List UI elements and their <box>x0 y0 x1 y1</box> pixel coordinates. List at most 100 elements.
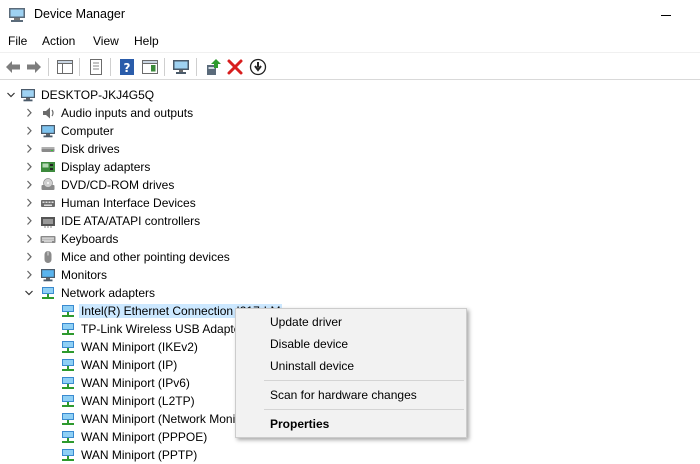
forward-arrow-icon[interactable] <box>24 57 44 77</box>
update-driver-icon[interactable] <box>203 57 223 77</box>
disk-drive-icon <box>41 147 55 152</box>
device-manager-icon <box>9 8 25 22</box>
collapsed-chevron-icon[interactable] <box>23 248 35 266</box>
disable-device-menu-item[interactable]: Disable device <box>270 337 348 351</box>
collapsed-chevron-icon[interactable] <box>23 140 35 158</box>
tree-item-label: Keyboards <box>61 232 119 246</box>
tree-item-label: WAN Miniport (IKEv2) <box>81 340 198 354</box>
context-menu: Update driver Disable device Uninstall d… <box>235 308 467 438</box>
network-adapter-icon <box>62 359 74 371</box>
menu-view[interactable]: View <box>93 33 119 49</box>
tree-category-monitors[interactable]: Monitors <box>0 266 700 284</box>
network-adapter-icon <box>62 377 74 389</box>
tree-item-label: DVD/CD-ROM drives <box>61 178 175 192</box>
menu-separator <box>264 409 464 410</box>
toolbar-separator <box>48 58 49 76</box>
tree-category-human-interface-devices[interactable]: Human Interface Devices <box>0 194 700 212</box>
tree-network-device[interactable]: WAN Miniport (PPTP) <box>0 446 700 464</box>
expanded-chevron-icon[interactable] <box>5 86 17 104</box>
network-adapter-icon <box>62 395 74 407</box>
properties-icon[interactable] <box>86 57 106 77</box>
tree-item-label: Network adapters <box>61 286 156 300</box>
computer-icon <box>41 125 55 138</box>
tree-category-keyboards[interactable]: Keyboards <box>0 230 700 248</box>
show-hide-console-tree-icon[interactable] <box>55 57 75 77</box>
toolbar-separator <box>196 58 197 76</box>
tree-root[interactable]: DESKTOP-JKJ4G5Q <box>0 86 700 104</box>
minimize-button[interactable] <box>652 0 700 30</box>
toolbar-separator <box>79 58 80 76</box>
monitor-icon <box>41 269 55 282</box>
mouse-icon <box>44 251 52 263</box>
tree-item-label: Computer <box>61 124 114 138</box>
tree-category-dvd-cdrom-drives[interactable]: DVD/CD-ROM drives <box>0 176 700 194</box>
update-driver-menu-item[interactable]: Update driver <box>270 315 342 329</box>
tree-item-label: DESKTOP-JKJ4G5Q <box>41 88 155 102</box>
collapsed-chevron-icon[interactable] <box>23 266 35 284</box>
root-computer-icon <box>21 89 35 102</box>
uninstall-device-menu-item[interactable]: Uninstall device <box>270 359 354 373</box>
scan-hardware-menu-item[interactable]: Scan for hardware changes <box>270 388 417 402</box>
tree-category-disk-drives[interactable]: Disk drives <box>0 140 700 158</box>
collapsed-chevron-icon[interactable] <box>23 212 35 230</box>
tree-item-label: WAN Miniport (PPPOE) <box>81 430 208 444</box>
collapsed-chevron-icon[interactable] <box>23 176 35 194</box>
scan-hardware-icon[interactable] <box>171 57 191 77</box>
tree-category-network-adapters[interactable]: Network adapters <box>0 284 700 302</box>
tree-item-label: Monitors <box>61 268 108 282</box>
tree-item-label: Audio inputs and outputs <box>61 106 194 120</box>
title-bar: Device Manager <box>0 0 700 30</box>
tree-item-label: Human Interface Devices <box>61 196 196 210</box>
network-adapter-icon <box>62 323 74 335</box>
properties-menu-item[interactable]: Properties <box>270 417 329 431</box>
tree-item-label: WAN Miniport (L2TP) <box>81 394 195 408</box>
display-adapter-icon <box>41 162 55 172</box>
tree-item-label: Display adapters <box>61 160 151 174</box>
toolbar-separator <box>110 58 111 76</box>
speaker-icon <box>43 107 54 119</box>
svg-text:?: ? <box>124 61 131 75</box>
tree-item-label: WAN Miniport (PPTP) <box>81 448 198 462</box>
tree-category-audio-inputs-outputs[interactable]: Audio inputs and outputs <box>0 104 700 122</box>
keyboard-icon <box>40 236 56 243</box>
expanded-chevron-icon[interactable] <box>23 284 35 302</box>
collapsed-chevron-icon[interactable] <box>23 122 35 140</box>
menu-separator <box>264 380 464 381</box>
tree-category-mice-pointing-devices[interactable]: Mice and other pointing devices <box>0 248 700 266</box>
tree-item-label: TP-Link Wireless USB Adapter <box>81 322 245 336</box>
tree-category-display-adapters[interactable]: Display adapters <box>0 158 700 176</box>
tree-item-label: WAN Miniport (IPv6) <box>81 376 190 390</box>
tree-item-label: Disk drives <box>61 142 120 156</box>
collapsed-chevron-icon[interactable] <box>23 230 35 248</box>
ide-controller-icon <box>41 217 55 228</box>
menu-action[interactable]: Action <box>42 33 75 49</box>
back-arrow-icon[interactable] <box>3 57 23 77</box>
window-title: Device Manager <box>34 7 126 21</box>
tree-item-label: Mice and other pointing devices <box>61 250 230 264</box>
tree-category-ide-ata-atapi-controllers[interactable]: IDE ATA/ATAPI controllers <box>0 212 700 230</box>
action-pane-icon[interactable] <box>140 57 160 77</box>
menu-help[interactable]: Help <box>134 33 159 49</box>
help-icon[interactable]: ? <box>117 57 137 77</box>
network-adapter-icon <box>62 305 74 317</box>
tree-item-label: IDE ATA/ATAPI controllers <box>61 214 201 228</box>
network-adapter-icon <box>62 431 74 443</box>
collapsed-chevron-icon[interactable] <box>23 194 35 212</box>
network-adapter-icon <box>42 287 54 299</box>
toolbar-separator <box>164 58 165 76</box>
disable-device-icon[interactable] <box>248 57 268 77</box>
uninstall-device-icon[interactable] <box>225 57 245 77</box>
toolbar: ? <box>0 52 700 80</box>
dvd-drive-icon <box>41 178 55 190</box>
tree-category-computer[interactable]: Computer <box>0 122 700 140</box>
network-adapter-icon <box>62 341 74 353</box>
hid-icon <box>41 200 55 207</box>
collapsed-chevron-icon[interactable] <box>23 104 35 122</box>
tree-item-label: WAN Miniport (Network Monitor) <box>81 412 254 426</box>
network-adapter-icon <box>62 449 74 461</box>
collapsed-chevron-icon[interactable] <box>23 158 35 176</box>
menu-bar: File Action View Help <box>0 30 700 52</box>
network-adapter-icon <box>62 413 74 425</box>
tree-item-label: WAN Miniport (IP) <box>81 358 178 372</box>
menu-file[interactable]: File <box>8 33 27 49</box>
